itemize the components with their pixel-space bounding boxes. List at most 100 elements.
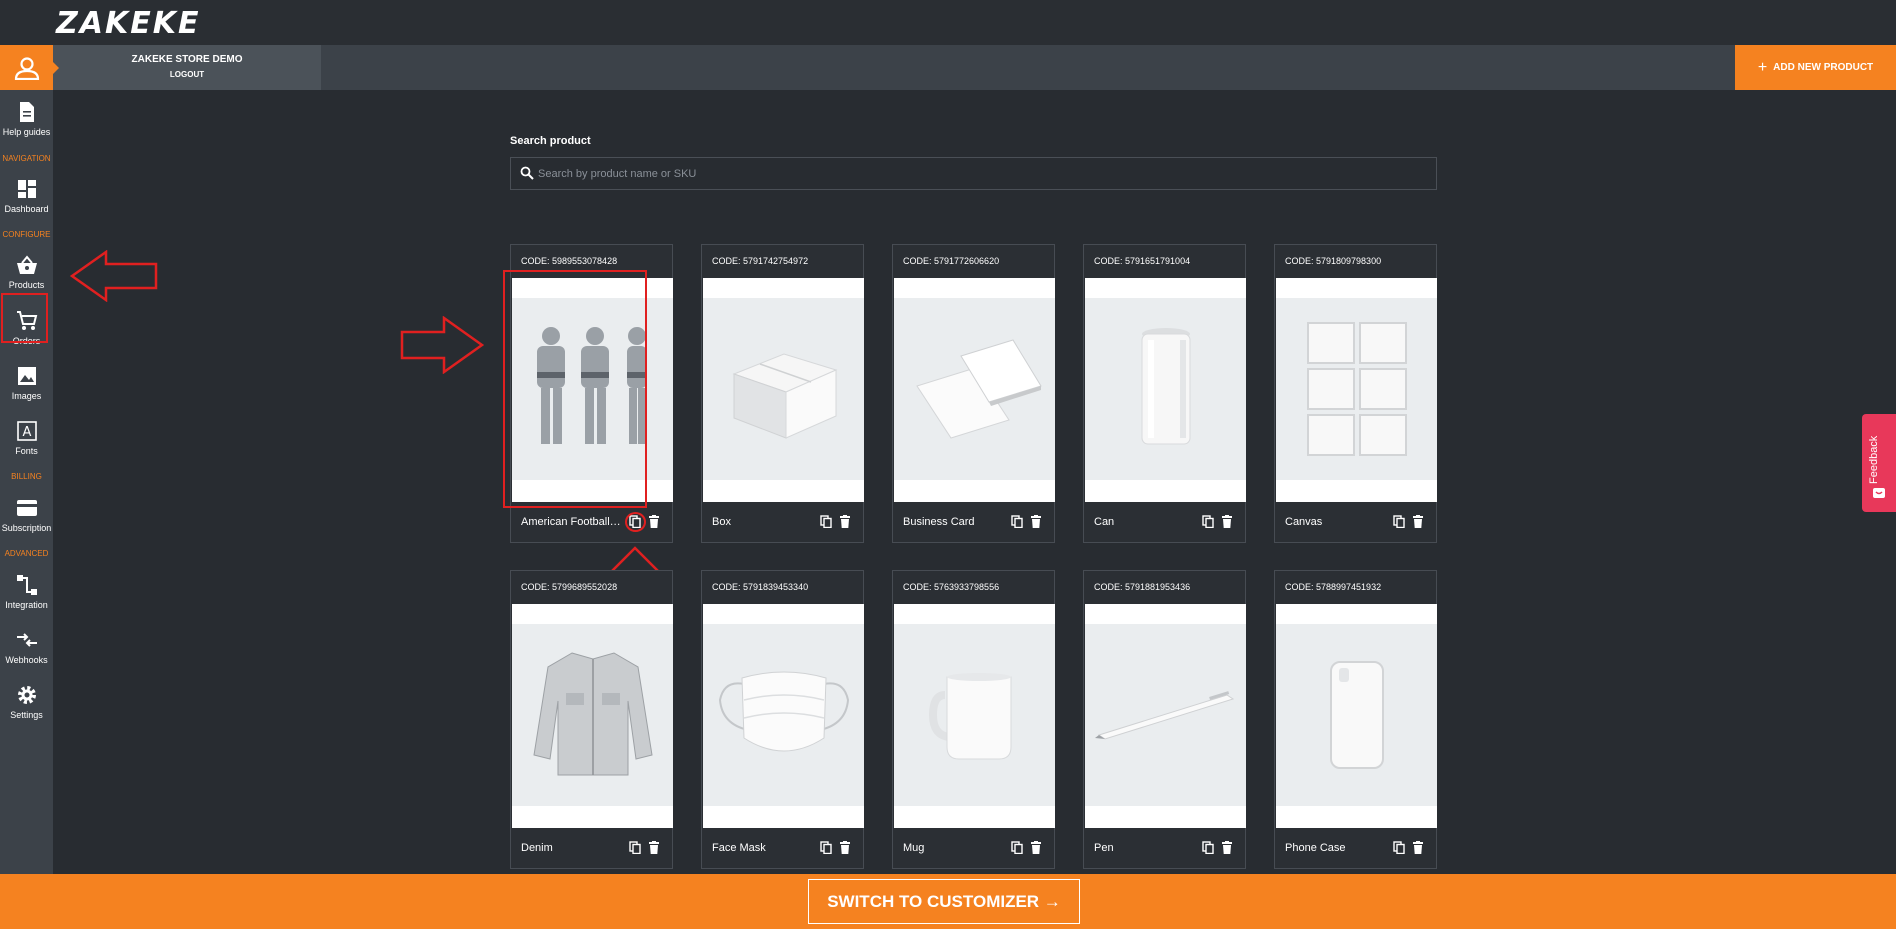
document-icon (19, 102, 34, 122)
product-image[interactable] (703, 278, 864, 502)
sidebar-item-label: Fonts (15, 446, 38, 456)
trash-icon[interactable] (839, 841, 851, 854)
sidebar-item-label: Webhooks (5, 655, 48, 665)
sidebar-item-subscription[interactable]: Subscription (0, 496, 53, 533)
product-card[interactable]: CODE: 5791742754972 Box (701, 244, 864, 543)
product-name[interactable]: Mug (903, 842, 1003, 854)
trash-icon[interactable] (1221, 515, 1233, 528)
product-image[interactable] (894, 278, 1055, 502)
section-configure: CONFIGURE (2, 230, 51, 239)
search-icon (520, 166, 534, 180)
duplicate-icon[interactable] (1202, 841, 1214, 854)
product-actions (1011, 841, 1042, 854)
product-card[interactable]: CODE: 5791809798300 Canvas (1274, 244, 1437, 543)
sidebar-item-help-guides[interactable]: Help guides (0, 100, 53, 137)
sidebar-item-settings[interactable]: Settings (0, 683, 53, 720)
sidebar-item-label: Integration (5, 600, 48, 610)
product-card[interactable]: CODE: 5791651791004 Can (1083, 244, 1246, 543)
product-name[interactable]: Business Card (903, 516, 1003, 528)
product-name[interactable]: Pen (1094, 842, 1194, 854)
duplicate-icon[interactable] (1011, 515, 1023, 528)
user-account-button[interactable] (0, 45, 59, 90)
product-grid: CODE: 5989553078428 American Football ..… (510, 244, 1440, 869)
bottom-bar: SWITCH TO CUSTOMIZER → (0, 874, 1896, 929)
trash-icon[interactable] (1412, 515, 1424, 528)
duplicate-icon[interactable] (1202, 515, 1214, 528)
products-highlight-box (1, 293, 48, 343)
product-code: CODE: 5791881953436 (1094, 582, 1191, 592)
product-name[interactable]: Denim (521, 842, 621, 854)
trash-icon[interactable] (648, 841, 660, 854)
product-actions (1202, 841, 1233, 854)
phone-case-photo-icon (1329, 661, 1384, 769)
product-image[interactable] (512, 604, 673, 828)
integration-icon (16, 575, 37, 595)
store-info: ZAKEKE STORE DEMO LOGOUT (53, 45, 321, 90)
annotation-arrow-left-icon (70, 250, 158, 302)
switch-to-customizer-button[interactable]: SWITCH TO CUSTOMIZER → (808, 879, 1080, 924)
product-code: CODE: 5791772606620 (903, 256, 1000, 266)
section-billing: BILLING (11, 472, 42, 481)
svg-text:A: A (22, 425, 31, 440)
sidebar-item-products[interactable]: Products (0, 253, 53, 290)
product-image[interactable] (703, 604, 864, 828)
product-image[interactable] (1276, 278, 1437, 502)
product-card[interactable]: CODE: 5788997451932 Phone Case (1274, 570, 1437, 869)
product-name[interactable]: Can (1094, 516, 1194, 528)
top-bar: ZAKEKE (0, 0, 1896, 45)
product-name[interactable]: Box (712, 516, 812, 528)
sidebar-item-dashboard[interactable]: Dashboard (0, 177, 53, 214)
duplicate-icon[interactable] (1011, 841, 1023, 854)
sidebar-item-fonts[interactable]: A Fonts (0, 419, 53, 456)
duplicate-icon[interactable] (629, 841, 641, 854)
trash-icon[interactable] (1030, 841, 1042, 854)
duplicate-highlight-circle (625, 512, 646, 532)
trash-icon[interactable] (1030, 515, 1042, 528)
credit-card-icon (16, 500, 37, 516)
trash-icon[interactable] (1412, 841, 1424, 854)
product-card[interactable]: CODE: 5791839453340 Face Mask (701, 570, 864, 869)
product-card[interactable]: CODE: 5791772606620 Business Card (892, 244, 1055, 543)
duplicate-icon[interactable] (1393, 841, 1405, 854)
sidebar-item-webhooks[interactable]: Webhooks (0, 628, 53, 665)
feedback-tab[interactable]: Feedback (1862, 414, 1896, 512)
sidebar: Help guides NAVIGATION Dashboard CONFIGU… (0, 45, 59, 874)
product-actions (820, 841, 851, 854)
zakeke-logo: ZAKEKE (56, 6, 201, 41)
duplicate-icon[interactable] (1393, 515, 1405, 528)
user-icon (14, 56, 39, 80)
trash-icon[interactable] (839, 515, 851, 528)
product-name[interactable]: American Football ... (521, 516, 621, 528)
duplicate-icon[interactable] (820, 515, 832, 528)
product-card[interactable]: CODE: 5763933798556 Mug (892, 570, 1055, 869)
add-new-product-button[interactable]: + ADD NEW PRODUCT (1735, 45, 1896, 90)
product-card[interactable]: CODE: 5799689552028 Denim (510, 570, 673, 869)
product-code: CODE: 5791839453340 (712, 582, 809, 592)
font-icon: A (16, 421, 37, 441)
sidebar-item-integration[interactable]: Integration (0, 573, 53, 610)
product-image[interactable] (1085, 278, 1246, 502)
product-card[interactable]: CODE: 5791881953436 Pen (1083, 570, 1246, 869)
sidebar-item-label: Products (8, 280, 45, 290)
product-image[interactable] (1085, 604, 1246, 828)
product-name[interactable]: Phone Case (1285, 842, 1385, 854)
search-input[interactable] (538, 158, 1428, 189)
product-image[interactable] (894, 604, 1055, 828)
product-name[interactable]: Canvas (1285, 516, 1385, 528)
store-name: ZAKEKE STORE DEMO (131, 54, 243, 65)
sidebar-item-label: Dashboard (4, 204, 49, 214)
product-code: CODE: 5788997451932 (1285, 582, 1382, 592)
search-box (510, 157, 1437, 190)
trash-icon[interactable] (1221, 841, 1233, 854)
sidebar-item-images[interactable]: Images (0, 364, 53, 401)
can-photo-icon (1141, 328, 1190, 445)
logout-link[interactable]: LOGOUT (53, 70, 321, 79)
duplicate-icon[interactable] (820, 841, 832, 854)
product-image[interactable] (1276, 604, 1437, 828)
business-card-photo-icon (915, 339, 1042, 439)
product-name[interactable]: Face Mask (712, 842, 812, 854)
product-code: CODE: 5791809798300 (1285, 256, 1382, 266)
section-navigation: NAVIGATION (2, 154, 51, 163)
product-code: CODE: 5791742754972 (712, 256, 809, 266)
trash-icon[interactable] (648, 515, 660, 528)
